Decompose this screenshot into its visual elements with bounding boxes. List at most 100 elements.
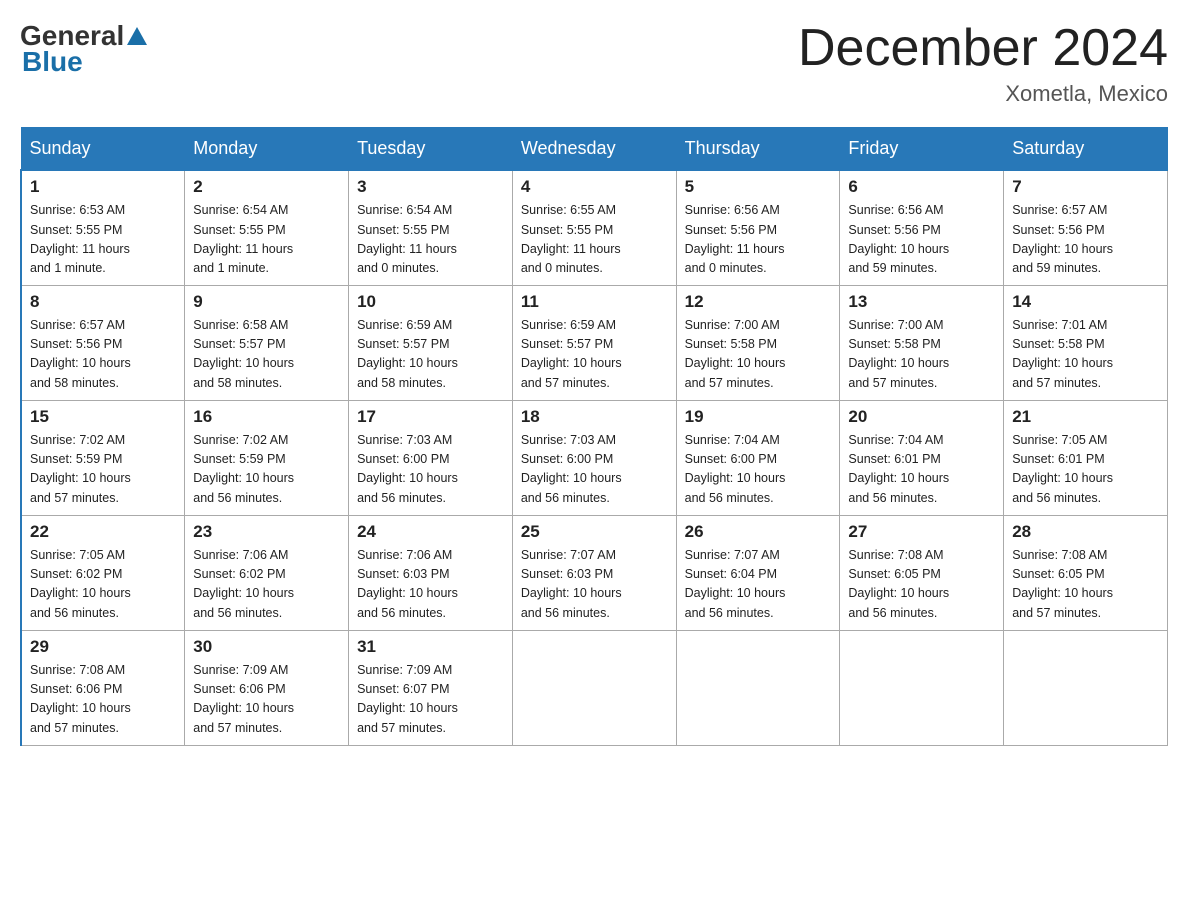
calendar-cell: 13 Sunrise: 7:00 AMSunset: 5:58 PMDaylig… <box>840 285 1004 400</box>
day-number: 19 <box>685 407 832 427</box>
calendar-title: December 2024 <box>798 20 1168 77</box>
day-number: 20 <box>848 407 995 427</box>
calendar-cell: 25 Sunrise: 7:07 AMSunset: 6:03 PMDaylig… <box>512 515 676 630</box>
day-info: Sunrise: 7:09 AMSunset: 6:07 PMDaylight:… <box>357 661 504 739</box>
header: General Blue December 2024 Xometla, Mexi… <box>20 20 1168 107</box>
day-number: 25 <box>521 522 668 542</box>
day-number: 18 <box>521 407 668 427</box>
calendar-cell: 16 Sunrise: 7:02 AMSunset: 5:59 PMDaylig… <box>185 400 349 515</box>
day-header-friday: Friday <box>840 128 1004 171</box>
calendar-cell: 19 Sunrise: 7:04 AMSunset: 6:00 PMDaylig… <box>676 400 840 515</box>
calendar-cell: 30 Sunrise: 7:09 AMSunset: 6:06 PMDaylig… <box>185 630 349 745</box>
day-info: Sunrise: 7:03 AMSunset: 6:00 PMDaylight:… <box>357 431 504 509</box>
day-info: Sunrise: 7:03 AMSunset: 6:00 PMDaylight:… <box>521 431 668 509</box>
calendar-cell <box>676 630 840 745</box>
day-number: 24 <box>357 522 504 542</box>
calendar-cell: 4 Sunrise: 6:55 AMSunset: 5:55 PMDayligh… <box>512 170 676 285</box>
calendar-cell: 3 Sunrise: 6:54 AMSunset: 5:55 PMDayligh… <box>349 170 513 285</box>
day-header-sunday: Sunday <box>21 128 185 171</box>
day-number: 15 <box>30 407 176 427</box>
calendar-cell: 29 Sunrise: 7:08 AMSunset: 6:06 PMDaylig… <box>21 630 185 745</box>
day-number: 14 <box>1012 292 1159 312</box>
calendar-cell: 12 Sunrise: 7:00 AMSunset: 5:58 PMDaylig… <box>676 285 840 400</box>
day-header-tuesday: Tuesday <box>349 128 513 171</box>
calendar-cell: 22 Sunrise: 7:05 AMSunset: 6:02 PMDaylig… <box>21 515 185 630</box>
day-number: 31 <box>357 637 504 657</box>
day-number: 22 <box>30 522 176 542</box>
day-number: 26 <box>685 522 832 542</box>
day-info: Sunrise: 7:02 AMSunset: 5:59 PMDaylight:… <box>193 431 340 509</box>
day-info: Sunrise: 7:00 AMSunset: 5:58 PMDaylight:… <box>848 316 995 394</box>
calendar-cell <box>512 630 676 745</box>
calendar-cell: 6 Sunrise: 6:56 AMSunset: 5:56 PMDayligh… <box>840 170 1004 285</box>
day-info: Sunrise: 6:56 AMSunset: 5:56 PMDaylight:… <box>685 201 832 279</box>
day-info: Sunrise: 7:06 AMSunset: 6:03 PMDaylight:… <box>357 546 504 624</box>
calendar-cell: 1 Sunrise: 6:53 AMSunset: 5:55 PMDayligh… <box>21 170 185 285</box>
day-number: 30 <box>193 637 340 657</box>
day-number: 11 <box>521 292 668 312</box>
day-info: Sunrise: 7:07 AMSunset: 6:03 PMDaylight:… <box>521 546 668 624</box>
calendar-cell: 28 Sunrise: 7:08 AMSunset: 6:05 PMDaylig… <box>1004 515 1168 630</box>
day-header-thursday: Thursday <box>676 128 840 171</box>
day-number: 3 <box>357 177 504 197</box>
day-info: Sunrise: 7:00 AMSunset: 5:58 PMDaylight:… <box>685 316 832 394</box>
day-info: Sunrise: 6:55 AMSunset: 5:55 PMDaylight:… <box>521 201 668 279</box>
day-info: Sunrise: 7:02 AMSunset: 5:59 PMDaylight:… <box>30 431 176 509</box>
day-number: 1 <box>30 177 176 197</box>
week-row-2: 8 Sunrise: 6:57 AMSunset: 5:56 PMDayligh… <box>21 285 1168 400</box>
day-info: Sunrise: 7:05 AMSunset: 6:01 PMDaylight:… <box>1012 431 1159 509</box>
calendar-cell: 26 Sunrise: 7:07 AMSunset: 6:04 PMDaylig… <box>676 515 840 630</box>
day-info: Sunrise: 6:54 AMSunset: 5:55 PMDaylight:… <box>193 201 340 279</box>
calendar-cell: 11 Sunrise: 6:59 AMSunset: 5:57 PMDaylig… <box>512 285 676 400</box>
day-number: 13 <box>848 292 995 312</box>
day-number: 21 <box>1012 407 1159 427</box>
day-info: Sunrise: 6:58 AMSunset: 5:57 PMDaylight:… <box>193 316 340 394</box>
title-area: December 2024 Xometla, Mexico <box>798 20 1168 107</box>
day-number: 12 <box>685 292 832 312</box>
day-info: Sunrise: 6:57 AMSunset: 5:56 PMDaylight:… <box>1012 201 1159 279</box>
calendar-cell: 27 Sunrise: 7:08 AMSunset: 6:05 PMDaylig… <box>840 515 1004 630</box>
day-number: 17 <box>357 407 504 427</box>
day-number: 16 <box>193 407 340 427</box>
calendar-cell <box>840 630 1004 745</box>
calendar-cell: 23 Sunrise: 7:06 AMSunset: 6:02 PMDaylig… <box>185 515 349 630</box>
days-header-row: SundayMondayTuesdayWednesdayThursdayFrid… <box>21 128 1168 171</box>
day-number: 27 <box>848 522 995 542</box>
day-info: Sunrise: 7:08 AMSunset: 6:06 PMDaylight:… <box>30 661 176 739</box>
day-number: 7 <box>1012 177 1159 197</box>
day-info: Sunrise: 6:53 AMSunset: 5:55 PMDaylight:… <box>30 201 176 279</box>
day-info: Sunrise: 7:01 AMSunset: 5:58 PMDaylight:… <box>1012 316 1159 394</box>
calendar-cell: 10 Sunrise: 6:59 AMSunset: 5:57 PMDaylig… <box>349 285 513 400</box>
calendar-table: SundayMondayTuesdayWednesdayThursdayFrid… <box>20 127 1168 746</box>
day-info: Sunrise: 6:57 AMSunset: 5:56 PMDaylight:… <box>30 316 176 394</box>
week-row-5: 29 Sunrise: 7:08 AMSunset: 6:06 PMDaylig… <box>21 630 1168 745</box>
day-info: Sunrise: 7:09 AMSunset: 6:06 PMDaylight:… <box>193 661 340 739</box>
day-number: 28 <box>1012 522 1159 542</box>
calendar-cell: 17 Sunrise: 7:03 AMSunset: 6:00 PMDaylig… <box>349 400 513 515</box>
calendar-cell: 8 Sunrise: 6:57 AMSunset: 5:56 PMDayligh… <box>21 285 185 400</box>
day-header-saturday: Saturday <box>1004 128 1168 171</box>
day-info: Sunrise: 6:59 AMSunset: 5:57 PMDaylight:… <box>521 316 668 394</box>
calendar-cell: 14 Sunrise: 7:01 AMSunset: 5:58 PMDaylig… <box>1004 285 1168 400</box>
calendar-subtitle: Xometla, Mexico <box>798 81 1168 107</box>
logo-triangle-icon <box>126 25 148 47</box>
day-number: 2 <box>193 177 340 197</box>
day-number: 6 <box>848 177 995 197</box>
day-number: 5 <box>685 177 832 197</box>
calendar-cell: 15 Sunrise: 7:02 AMSunset: 5:59 PMDaylig… <box>21 400 185 515</box>
week-row-1: 1 Sunrise: 6:53 AMSunset: 5:55 PMDayligh… <box>21 170 1168 285</box>
week-row-3: 15 Sunrise: 7:02 AMSunset: 5:59 PMDaylig… <box>21 400 1168 515</box>
calendar-cell: 5 Sunrise: 6:56 AMSunset: 5:56 PMDayligh… <box>676 170 840 285</box>
logo-blue-text: Blue <box>22 46 83 78</box>
day-info: Sunrise: 7:05 AMSunset: 6:02 PMDaylight:… <box>30 546 176 624</box>
calendar-cell: 7 Sunrise: 6:57 AMSunset: 5:56 PMDayligh… <box>1004 170 1168 285</box>
day-info: Sunrise: 7:06 AMSunset: 6:02 PMDaylight:… <box>193 546 340 624</box>
day-info: Sunrise: 7:08 AMSunset: 6:05 PMDaylight:… <box>1012 546 1159 624</box>
day-info: Sunrise: 6:54 AMSunset: 5:55 PMDaylight:… <box>357 201 504 279</box>
calendar-cell <box>1004 630 1168 745</box>
day-header-monday: Monday <box>185 128 349 171</box>
day-number: 29 <box>30 637 176 657</box>
calendar-cell: 9 Sunrise: 6:58 AMSunset: 5:57 PMDayligh… <box>185 285 349 400</box>
logo: General Blue <box>20 20 148 78</box>
calendar-cell: 24 Sunrise: 7:06 AMSunset: 6:03 PMDaylig… <box>349 515 513 630</box>
